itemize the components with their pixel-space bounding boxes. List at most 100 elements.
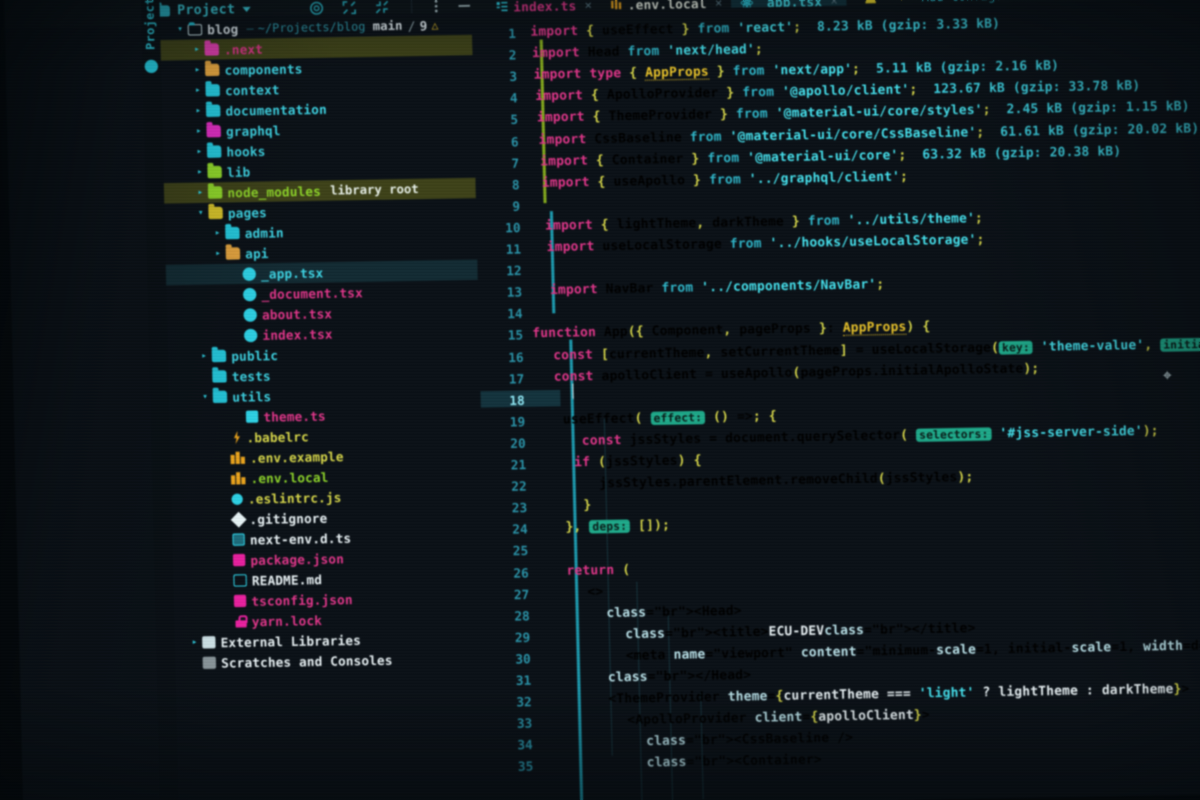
lock-file-icon (235, 615, 247, 627)
tree-expand-arrow[interactable] (193, 106, 204, 116)
code-line-11: import useLocalStorage from '../hooks/us… (546, 231, 985, 255)
project-selector-label[interactable]: Project (177, 2, 235, 18)
tree-item-label: pages (227, 204, 268, 221)
tree-expand-arrow[interactable] (193, 126, 204, 136)
code-line-33: <ApolloProvider client={apolloClient}> (627, 706, 930, 728)
line-number: 14 (507, 306, 523, 322)
tree-item-label: Scratches and Consoles (220, 651, 393, 671)
root-folder-icon (187, 23, 203, 36)
branch-separator: / (407, 17, 416, 34)
inlay-hint: key: (998, 340, 1033, 355)
line-number: 30 (515, 650, 531, 667)
line-number: 27 (513, 586, 530, 602)
root-expand-arrow[interactable] (174, 24, 185, 34)
code-line-23: } (583, 496, 592, 513)
code-line-30: <meta name="viewport" content="minimum-s… (625, 636, 1200, 663)
folder-cyan-icon (205, 104, 221, 118)
react-file-icon (242, 266, 257, 281)
line-number: 26 (513, 564, 529, 581)
tree-expand-arrow[interactable] (194, 167, 205, 177)
tree-expand-arrow[interactable] (192, 85, 203, 95)
line-number: 24 (512, 521, 528, 538)
line-number: 23 (511, 500, 528, 516)
tree-item-label: _document.tsx (261, 284, 363, 302)
code-line-10: import { lightTheme, darkTheme } from '.… (544, 209, 984, 233)
problems-count[interactable]: 9 (419, 18, 427, 33)
tree-item-label: .babelrc (246, 428, 309, 445)
code-content[interactable]: import { useEffect } from 'react'; 8.23 … (523, 0, 1200, 800)
code-line-4: import { ApolloProvider } from '@apollo/… (535, 77, 1141, 104)
line-number: 20 (510, 435, 526, 451)
tree-expand-arrow[interactable] (212, 249, 223, 259)
expand-icon[interactable] (341, 0, 357, 15)
code-line-22: jssStyles.parentElement.removeChild(jssS… (599, 468, 974, 491)
folder-cyan-icon (212, 370, 227, 383)
folder-orange-icon (204, 63, 220, 77)
folder-cyan-icon (225, 226, 240, 240)
line-number: 4 (509, 90, 518, 106)
line-number: 13 (506, 284, 523, 301)
line-number: 6 (510, 133, 519, 149)
tree-item-label: about.tsx (261, 305, 333, 322)
tree-expand-arrow[interactable] (199, 392, 210, 402)
tree-item-label: utils (232, 388, 272, 405)
chevron-down-icon[interactable] (242, 6, 251, 12)
line-number: 19 (509, 413, 526, 430)
line-number: 3 (509, 68, 518, 85)
code-line-19: useEffect( effect: () =>; { (562, 407, 777, 427)
tree-expand-arrow[interactable] (194, 147, 205, 157)
line-number: 1 (508, 25, 517, 42)
line-number: 11 (505, 241, 522, 257)
line-number: 8 (511, 176, 520, 193)
tree-item-label: .next (223, 40, 264, 57)
more-vertical-icon[interactable] (433, 0, 438, 13)
sync-icon[interactable] (309, 0, 325, 16)
folder-cyan-icon (212, 390, 228, 404)
tree-expand-arrow[interactable] (195, 188, 206, 198)
tree-item-label: components (224, 60, 303, 78)
warning-triangle-icon: △ (431, 18, 439, 32)
bundle-size-hint: 63.32 kB (gzip: 20.38 kB) (922, 142, 1122, 162)
ide-window: Project index.ts × .env.local × _app.tsx… (4, 0, 1200, 800)
tree-expand-arrow[interactable] (189, 637, 200, 647)
bundle-size-hint: 5.11 kB (gzip: 2.16 kB) (875, 57, 1060, 76)
inlay-hint: effect: (650, 410, 706, 425)
tree-expand-arrow[interactable] (212, 228, 223, 238)
line-number: 7 (511, 155, 520, 171)
git-branch-label[interactable]: main (372, 19, 402, 34)
code-line-17: const apolloClient = useApollo(pageProps… (553, 359, 1040, 384)
tree-expand-arrow[interactable] (195, 208, 206, 218)
markdown-file-icon (233, 574, 247, 587)
tree-expand-arrow[interactable] (191, 45, 202, 55)
tree-expand-arrow[interactable] (192, 65, 203, 75)
tool-window-project[interactable]: Project (142, 0, 158, 50)
tree-item-hint: library root (329, 181, 419, 198)
line-number: 34 (517, 737, 533, 753)
scratch-icon (202, 656, 217, 670)
tree-item-label: theme.ts (263, 407, 326, 425)
react-file-icon (243, 307, 258, 322)
minimize-icon[interactable] (456, 0, 473, 13)
bundle-size-hint: 2.45 kB (gzip: 1.15 kB) (1006, 98, 1190, 117)
collapse-icon[interactable] (374, 0, 390, 14)
tree-item-label: hooks (226, 143, 266, 160)
folder-yellow-icon (208, 206, 223, 220)
tree-item-label: tsconfig.json (251, 591, 353, 609)
folder-orange-icon (225, 247, 241, 260)
tree-expand-arrow[interactable] (198, 351, 209, 361)
react-file-icon (242, 287, 257, 301)
bundle-size-hint: 61.61 kB (gzip: 20.02 kB) (1000, 119, 1200, 139)
toolbar-divider (410, 0, 413, 15)
code-line-16: const [currentTheme, setCurrentTheme] = … (553, 335, 1200, 362)
code-line-34: class="br"><CssBaseline /> (645, 729, 854, 749)
code-line-35: class="br"><Container> (646, 751, 822, 771)
eslint-file-icon (231, 493, 243, 505)
code-editor[interactable]: 1 2 3 4 5 6 7 8 9 10 11 12 13 14 15 16 17 18 19 20 21 22 23 24 2… (471, 0, 1200, 800)
env-file-icon (230, 472, 246, 485)
tree-item-scratches-and-consoles[interactable]: Scratches and Consoles (175, 648, 487, 674)
code-line-8: import { useApollo } from '../graphql/cl… (541, 167, 909, 190)
tree-item-label: node_modules (227, 182, 322, 200)
code-line-32: <ThemeProvider theme={currentTheme === '… (608, 680, 1190, 706)
folder-cyan-icon (211, 349, 227, 363)
inlay-hint: initialValue: (1160, 336, 1200, 352)
